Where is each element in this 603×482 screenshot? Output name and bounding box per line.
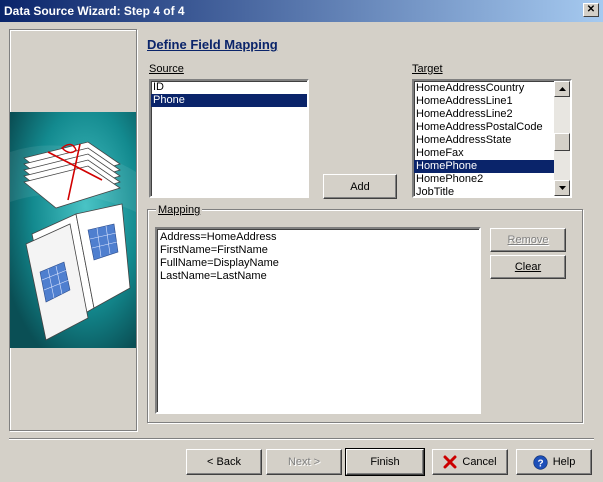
svg-text:?: ? bbox=[537, 458, 543, 469]
cancel-button-label: Cancel bbox=[462, 456, 497, 468]
mapping-line: FirstName=FirstName bbox=[160, 244, 268, 256]
list-item[interactable]: Phone bbox=[151, 94, 307, 107]
list-item[interactable]: JobTitle bbox=[414, 186, 554, 199]
source-listbox[interactable]: ID Phone bbox=[149, 79, 309, 198]
help-circle-icon: ? bbox=[533, 454, 548, 470]
next-button-label: Next > bbox=[287, 456, 321, 468]
target-scrollbar[interactable] bbox=[554, 81, 570, 196]
target-label: Target bbox=[412, 63, 443, 75]
up-arrow-icon bbox=[558, 87, 566, 91]
clear-button-label: Clear bbox=[514, 261, 542, 273]
list-item[interactable]: ID bbox=[151, 81, 307, 94]
target-label-text: Target bbox=[412, 63, 443, 75]
list-item[interactable]: HomeAddressLine1 bbox=[414, 95, 554, 108]
remove-button-label: Remove bbox=[507, 234, 549, 246]
list-item[interactable]: HomeAddressCountry bbox=[414, 82, 554, 95]
source-label-text: Source bbox=[149, 63, 184, 75]
target-listbox[interactable]: HomeAddressCountry HomeAddressLine1 HomeAd… bbox=[412, 79, 572, 198]
window-title: Data Source Wizard: Step 4 of 4 bbox=[4, 4, 185, 18]
target-list-items: HomeAddressCountry HomeAddressLine1 HomeAd… bbox=[414, 82, 554, 199]
title-bar: Data Source Wizard: Step 4 of 4 ✕ bbox=[0, 0, 603, 22]
mapping-line: Address=HomeAddress bbox=[160, 231, 277, 243]
clear-button[interactable]: Clear bbox=[490, 255, 566, 279]
close-icon: ✕ bbox=[586, 4, 596, 15]
add-button-label: Add bbox=[350, 180, 370, 193]
mapping-line: LastName=LastName bbox=[160, 270, 267, 282]
source-list-items: ID Phone bbox=[151, 81, 307, 107]
list-item[interactable]: HomeAddressState bbox=[414, 134, 554, 147]
mapping-lines: Address=HomeAddress FirstName=FirstName Fu… bbox=[160, 231, 279, 283]
mapping-line: FullName=DisplayName bbox=[160, 257, 279, 269]
footer-separator bbox=[9, 438, 594, 440]
help-button[interactable]: ? Help bbox=[516, 449, 592, 475]
finish-button-label: Finish bbox=[370, 456, 400, 468]
add-button[interactable]: Add bbox=[323, 174, 397, 199]
wizard-illustration bbox=[10, 112, 136, 348]
scroll-thumb[interactable] bbox=[554, 133, 570, 151]
list-item[interactable]: HomePhone bbox=[414, 160, 554, 173]
wizard-window: Data Source Wizard: Step 4 of 4 ✕ Define… bbox=[0, 0, 603, 482]
list-item[interactable]: HomeAddressLine2 bbox=[414, 108, 554, 121]
list-item[interactable]: HomePhone2 bbox=[414, 173, 554, 186]
source-label: Source bbox=[149, 63, 184, 75]
scroll-up-button[interactable] bbox=[554, 81, 570, 97]
finish-button[interactable]: Finish bbox=[345, 448, 425, 476]
x-icon bbox=[443, 455, 457, 469]
list-item[interactable]: HomeAddressPostalCode bbox=[414, 121, 554, 134]
remove-button[interactable]: Remove bbox=[490, 228, 566, 252]
mapping-textarea[interactable]: Address=HomeAddress FirstName=FirstName Fu… bbox=[155, 227, 481, 414]
next-button[interactable]: Next > bbox=[266, 449, 342, 475]
list-item[interactable]: HomeFax bbox=[414, 147, 554, 160]
back-button-label: < Back bbox=[207, 456, 241, 468]
scroll-down-button[interactable] bbox=[554, 180, 570, 196]
down-arrow-icon bbox=[558, 186, 566, 190]
mapping-group-label: Mapping bbox=[156, 204, 203, 216]
mapping-label-text: Mapping bbox=[158, 204, 201, 216]
back-button[interactable]: < Back bbox=[186, 449, 262, 475]
close-button[interactable]: ✕ bbox=[583, 3, 599, 17]
page-heading: Define Field Mapping bbox=[147, 37, 278, 52]
cancel-button[interactable]: Cancel bbox=[432, 449, 508, 475]
help-button-label: Help bbox=[552, 456, 576, 468]
